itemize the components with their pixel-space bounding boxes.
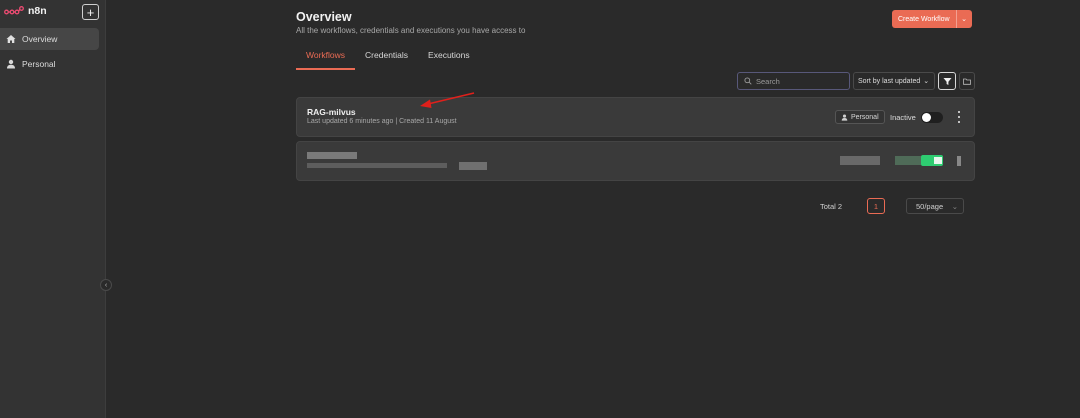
- brand[interactable]: n8n: [4, 5, 47, 17]
- create-dropdown-button[interactable]: ⌄: [955, 10, 972, 28]
- search-box: [737, 72, 850, 90]
- tabs: Workflows Credentials Executions: [296, 47, 480, 70]
- create-workflow-button[interactable]: Create Workflow: [892, 10, 956, 28]
- sidebar-item-personal[interactable]: Personal: [0, 53, 99, 75]
- folder-button[interactable]: [959, 72, 975, 90]
- chevron-down-icon: ⌄: [923, 78, 930, 85]
- page-button-1[interactable]: 1: [867, 198, 885, 214]
- sort-label: Sort by last updated: [858, 77, 921, 85]
- more-options-icon[interactable]: [956, 111, 962, 123]
- page-subtitle: All the workflows, credentials and execu…: [296, 26, 526, 35]
- sort-select[interactable]: Sort by last updated ⌄: [853, 72, 935, 90]
- tab-executions[interactable]: Executions: [418, 47, 480, 70]
- per-page-select[interactable]: 50/page ⌄: [906, 198, 964, 214]
- tab-workflows[interactable]: Workflows: [296, 47, 356, 70]
- redacted-kebab: [957, 156, 961, 166]
- collapse-sidebar-button[interactable]: ‹: [100, 279, 112, 291]
- active-toggle[interactable]: [921, 112, 943, 123]
- redacted-meta-extra: [459, 162, 487, 170]
- workflow-card-redacted[interactable]: [296, 141, 975, 181]
- user-icon: [841, 114, 848, 121]
- workflow-meta: Last updated 6 minutes ago | Created 11 …: [307, 118, 457, 125]
- filter-button[interactable]: [938, 72, 956, 90]
- redacted-title: [307, 152, 357, 159]
- brand-name: n8n: [28, 5, 47, 17]
- status-label: Inactive: [890, 113, 916, 122]
- home-icon: [6, 35, 16, 43]
- folder-icon: [963, 78, 971, 85]
- add-button[interactable]: +: [82, 4, 99, 20]
- sidebar-item-label: Personal: [22, 59, 56, 69]
- page-title: Overview: [296, 10, 352, 24]
- total-count: Total 2: [820, 202, 843, 211]
- owner-badge: Personal: [835, 110, 885, 124]
- chevron-down-icon: ⌄: [951, 201, 958, 211]
- sidebar: n8n + Overview Personal: [0, 0, 106, 418]
- chevron-down-icon: ⌄: [961, 16, 968, 23]
- workflow-card[interactable]: RAG-milvus Last updated 6 minutes ago | …: [296, 97, 975, 137]
- create-workflow-group: Create Workflow ⌄: [892, 10, 972, 28]
- per-page-label: 50/page: [916, 201, 944, 211]
- redacted-status: [895, 156, 921, 165]
- toggle-knob: [922, 113, 931, 122]
- sidebar-item-overview[interactable]: Overview: [0, 28, 99, 50]
- redacted-owner: [840, 156, 880, 165]
- filter-icon: [943, 77, 951, 85]
- search-input[interactable]: [756, 76, 846, 86]
- owner-label: Personal: [851, 113, 879, 121]
- user-icon: [7, 59, 15, 69]
- redacted-toggle-knob: [934, 157, 942, 164]
- tab-credentials[interactable]: Credentials: [355, 47, 418, 70]
- search-icon: [744, 77, 752, 85]
- redacted-meta: [307, 163, 447, 168]
- sidebar-item-label: Overview: [22, 34, 58, 44]
- workflow-title[interactable]: RAG-milvus: [307, 107, 356, 117]
- n8n-logo-icon: [4, 6, 24, 15]
